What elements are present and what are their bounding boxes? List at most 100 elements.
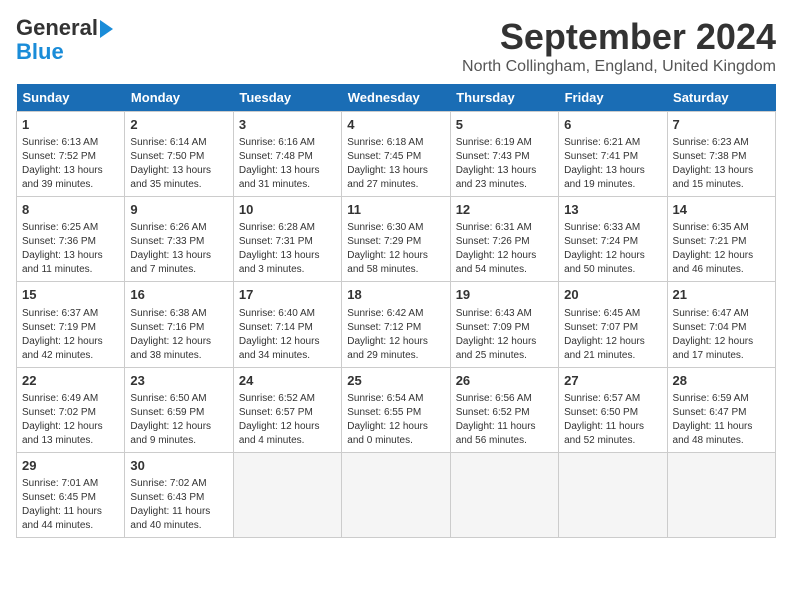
title-area: September 2024 North Collingham, England… <box>462 16 776 76</box>
calendar-cell: 17Sunrise: 6:40 AMSunset: 7:14 PMDayligh… <box>233 282 341 367</box>
calendar-cell: 3 Sunrise: 6:16 AMSunset: 7:48 PMDaylight… <box>233 112 341 197</box>
day-detail: Sunrise: 6:16 AMSunset: 7:48 PMDaylight:… <box>239 136 336 192</box>
weekday-header-saturday: Saturday <box>667 84 775 112</box>
calendar-cell <box>559 452 667 537</box>
day-number: 19 <box>456 286 553 304</box>
calendar-cell: 23 Sunrise: 6:50 AMSunset: 6:59 PMDayligh… <box>125 367 233 452</box>
calendar-cell: 26 Sunrise: 6:56 AMSunset: 6:52 PMDayligh… <box>450 367 558 452</box>
logo: General Blue <box>16 16 113 64</box>
day-detail: Sunrise: 6:50 AMSunset: 6:59 PMDaylight:… <box>130 392 227 448</box>
day-number: 23 <box>130 372 227 390</box>
calendar-cell: 21Sunrise: 6:47 AMSunset: 7:04 PMDayligh… <box>667 282 775 367</box>
day-detail: Sunrise: 6:47 AMSunset: 7:04 PMDaylight:… <box>673 307 770 363</box>
day-detail: Sunrise: 6:57 AMSunset: 6:50 PMDaylight:… <box>564 392 661 448</box>
day-number: 25 <box>347 372 444 390</box>
calendar-cell: 15Sunrise: 6:37 AMSunset: 7:19 PMDayligh… <box>17 282 125 367</box>
calendar-cell: 8 Sunrise: 6:25 AMSunset: 7:36 PMDaylight… <box>17 197 125 282</box>
day-detail: Sunrise: 6:23 AMSunset: 7:38 PMDaylight:… <box>673 136 770 192</box>
day-number: 28 <box>673 372 770 390</box>
day-number: 14 <box>673 201 770 219</box>
day-number: 30 <box>130 457 227 475</box>
calendar-cell: 4 Sunrise: 6:18 AMSunset: 7:45 PMDaylight… <box>342 112 450 197</box>
day-detail: Sunrise: 6:52 AMSunset: 6:57 PMDaylight:… <box>239 392 336 448</box>
calendar-cell: 6Sunrise: 6:21 AMSunset: 7:41 PMDaylight… <box>559 112 667 197</box>
calendar-cell: 30 Sunrise: 7:02 AMSunset: 6:43 PMDayligh… <box>125 452 233 537</box>
day-detail: Sunrise: 6:19 AMSunset: 7:43 PMDaylight:… <box>456 136 553 192</box>
day-number: 1 <box>22 116 119 134</box>
day-number: 20 <box>564 286 661 304</box>
calendar-cell: 12Sunrise: 6:31 AMSunset: 7:26 PMDayligh… <box>450 197 558 282</box>
calendar-cell <box>667 452 775 537</box>
day-detail: Sunrise: 6:14 AMSunset: 7:50 PMDaylight:… <box>130 136 227 192</box>
day-number: 17 <box>239 286 336 304</box>
day-number: 11 <box>347 201 444 219</box>
logo-text: General <box>16 16 113 40</box>
day-detail: Sunrise: 6:18 AMSunset: 7:45 PMDaylight:… <box>347 136 444 192</box>
day-detail: Sunrise: 6:35 AMSunset: 7:21 PMDaylight:… <box>673 221 770 277</box>
calendar-cell: 27 Sunrise: 6:57 AMSunset: 6:50 PMDayligh… <box>559 367 667 452</box>
day-number: 3 <box>239 116 336 134</box>
weekday-header-sunday: Sunday <box>17 84 125 112</box>
day-detail: Sunrise: 6:25 AMSunset: 7:36 PMDaylight:… <box>22 221 119 277</box>
day-number: 8 <box>22 201 119 219</box>
calendar-cell <box>233 452 341 537</box>
calendar-week-row: 29 Sunrise: 7:01 AMSunset: 6:45 PMDayligh… <box>17 452 776 537</box>
weekday-header-wednesday: Wednesday <box>342 84 450 112</box>
day-number: 15 <box>22 286 119 304</box>
calendar-cell: 25 Sunrise: 6:54 AMSunset: 6:55 PMDayligh… <box>342 367 450 452</box>
calendar-cell: 22 Sunrise: 6:49 AMSunset: 7:02 PMDayligh… <box>17 367 125 452</box>
day-number: 16 <box>130 286 227 304</box>
calendar-week-row: 15Sunrise: 6:37 AMSunset: 7:19 PMDayligh… <box>17 282 776 367</box>
day-detail: Sunrise: 6:45 AMSunset: 7:07 PMDaylight:… <box>564 307 661 363</box>
calendar-cell: 28 Sunrise: 6:59 AMSunset: 6:47 PMDayligh… <box>667 367 775 452</box>
day-detail: Sunrise: 6:59 AMSunset: 6:47 PMDaylight:… <box>673 392 770 448</box>
day-number: 6 <box>564 116 661 134</box>
calendar-week-row: 8 Sunrise: 6:25 AMSunset: 7:36 PMDaylight… <box>17 197 776 282</box>
calendar-cell: 16 Sunrise: 6:38 AMSunset: 7:16 PMDayligh… <box>125 282 233 367</box>
day-detail: Sunrise: 6:31 AMSunset: 7:26 PMDaylight:… <box>456 221 553 277</box>
day-number: 22 <box>22 372 119 390</box>
day-detail: Sunrise: 6:26 AMSunset: 7:33 PMDaylight:… <box>130 221 227 277</box>
calendar-cell: 7 Sunrise: 6:23 AMSunset: 7:38 PMDaylight… <box>667 112 775 197</box>
calendar-cell: 14 Sunrise: 6:35 AMSunset: 7:21 PMDayligh… <box>667 197 775 282</box>
page-header: General Blue September 2024 North Collin… <box>16 16 776 76</box>
day-number: 13 <box>564 201 661 219</box>
weekday-header-monday: Monday <box>125 84 233 112</box>
day-number: 26 <box>456 372 553 390</box>
day-detail: Sunrise: 6:38 AMSunset: 7:16 PMDaylight:… <box>130 307 227 363</box>
day-detail: Sunrise: 7:02 AMSunset: 6:43 PMDaylight:… <box>130 477 227 533</box>
day-number: 29 <box>22 457 119 475</box>
day-detail: Sunrise: 6:43 AMSunset: 7:09 PMDaylight:… <box>456 307 553 363</box>
day-detail: Sunrise: 6:56 AMSunset: 6:52 PMDaylight:… <box>456 392 553 448</box>
day-number: 27 <box>564 372 661 390</box>
calendar-cell: 5 Sunrise: 6:19 AMSunset: 7:43 PMDaylight… <box>450 112 558 197</box>
day-number: 2 <box>130 116 227 134</box>
day-number: 9 <box>130 201 227 219</box>
calendar-cell: 19 Sunrise: 6:43 AMSunset: 7:09 PMDayligh… <box>450 282 558 367</box>
day-detail: Sunrise: 6:28 AMSunset: 7:31 PMDaylight:… <box>239 221 336 277</box>
day-detail: Sunrise: 6:30 AMSunset: 7:29 PMDaylight:… <box>347 221 444 277</box>
calendar-cell: 10 Sunrise: 6:28 AMSunset: 7:31 PMDayligh… <box>233 197 341 282</box>
day-detail: Sunrise: 7:01 AMSunset: 6:45 PMDaylight:… <box>22 477 119 533</box>
day-number: 4 <box>347 116 444 134</box>
calendar-week-row: 22 Sunrise: 6:49 AMSunset: 7:02 PMDayligh… <box>17 367 776 452</box>
calendar-cell: 2 Sunrise: 6:14 AMSunset: 7:50 PMDaylight… <box>125 112 233 197</box>
calendar-table: SundayMondayTuesdayWednesdayThursdayFrid… <box>16 84 776 538</box>
day-number: 5 <box>456 116 553 134</box>
day-detail: Sunrise: 6:49 AMSunset: 7:02 PMDaylight:… <box>22 392 119 448</box>
logo-blue-text: Blue <box>16 39 64 64</box>
day-number: 7 <box>673 116 770 134</box>
calendar-week-row: 1 Sunrise: 6:13 AMSunset: 7:52 PMDaylight… <box>17 112 776 197</box>
calendar-cell: 29 Sunrise: 7:01 AMSunset: 6:45 PMDayligh… <box>17 452 125 537</box>
calendar-cell: 20 Sunrise: 6:45 AMSunset: 7:07 PMDayligh… <box>559 282 667 367</box>
calendar-cell: 11 Sunrise: 6:30 AMSunset: 7:29 PMDayligh… <box>342 197 450 282</box>
day-number: 10 <box>239 201 336 219</box>
day-number: 18 <box>347 286 444 304</box>
location-title: North Collingham, England, United Kingdo… <box>462 58 776 76</box>
weekday-header-friday: Friday <box>559 84 667 112</box>
day-detail: Sunrise: 6:13 AMSunset: 7:52 PMDaylight:… <box>22 136 119 192</box>
day-number: 24 <box>239 372 336 390</box>
calendar-cell: 1 Sunrise: 6:13 AMSunset: 7:52 PMDaylight… <box>17 112 125 197</box>
day-detail: Sunrise: 6:54 AMSunset: 6:55 PMDaylight:… <box>347 392 444 448</box>
day-detail: Sunrise: 6:42 AMSunset: 7:12 PMDaylight:… <box>347 307 444 363</box>
